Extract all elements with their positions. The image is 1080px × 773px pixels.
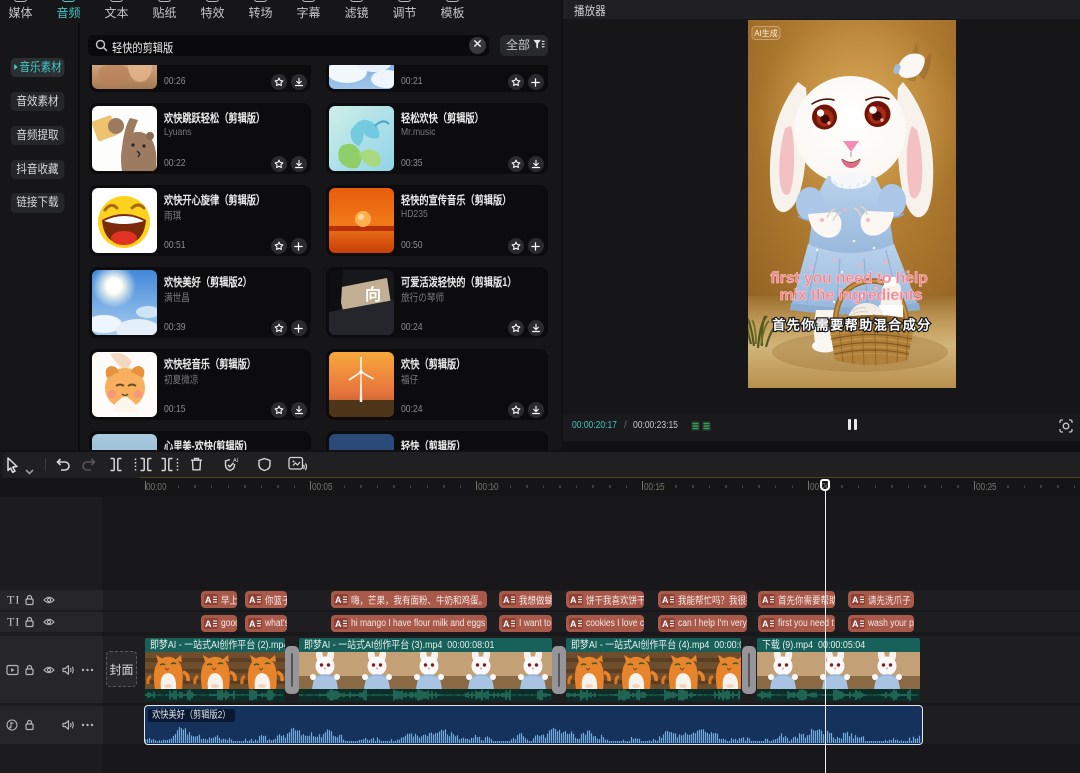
svg-text:A: A [662,595,669,604]
svg-text:A: A [205,595,212,604]
svg-text:A: A [249,619,256,628]
svg-text:首先你需要帮助混合成分: 首先你需要帮助混合成分 [772,318,932,333]
svg-text:first you need to help: first you need to help [770,270,928,287]
svg-text:A: A [852,595,859,604]
svg-text:A: A [570,619,577,628]
svg-text:A: A [249,595,256,604]
svg-text:A: A [503,595,510,604]
svg-text:AI生成: AI生成 [754,28,778,38]
svg-text:A: A [335,595,342,604]
svg-text:A: A [503,619,510,628]
svg-text:A: A [570,595,577,604]
svg-text:AI: AI [233,458,239,464]
svg-text:A: A [762,619,769,628]
svg-text:A: A [662,619,669,628]
svg-text:mix the ingredients: mix the ingredients [779,287,922,304]
svg-text:A: A [852,619,859,628]
svg-text:向: 向 [365,285,381,304]
svg-text:A: A [335,619,342,628]
svg-text:A: A [762,595,769,604]
svg-text:A: A [205,619,212,628]
